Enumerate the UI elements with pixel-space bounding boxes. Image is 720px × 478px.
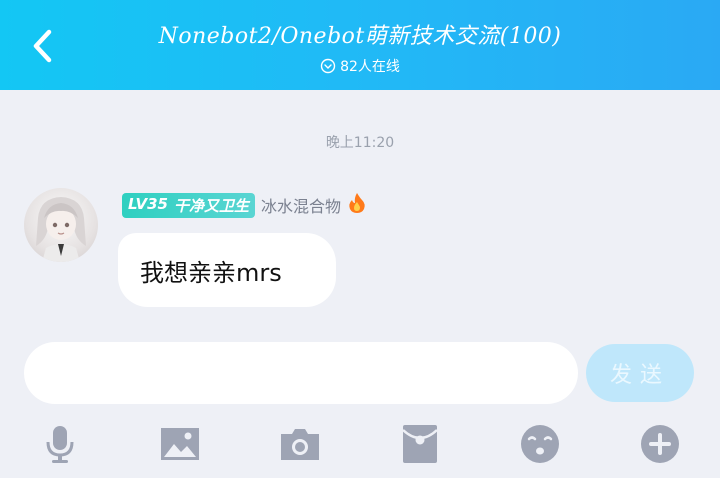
- plus-icon[interactable]: [638, 422, 682, 466]
- send-button[interactable]: 发送: [586, 344, 694, 402]
- level-badge: LV35 干净又卫生: [122, 192, 255, 218]
- group-title: Nonebot2/Onebot萌新技术交流(100): [158, 24, 562, 49]
- input-toolbar: [0, 410, 720, 478]
- avatar-image: [36, 197, 86, 262]
- image-icon[interactable]: [158, 422, 202, 466]
- chat-header: Nonebot2/Onebot萌新技术交流(100) 82人在线: [0, 0, 720, 90]
- microphone-icon[interactable]: [38, 422, 82, 466]
- level-label: LV35: [128, 194, 168, 213]
- sender-name[interactable]: 冰水混合物: [261, 193, 341, 217]
- sender-row: LV35 干净又卫生 冰水混合物: [122, 192, 367, 218]
- chevron-down-circle-icon: [320, 58, 336, 74]
- online-count-label: 82人在线: [340, 59, 400, 75]
- online-count[interactable]: 82人在线: [0, 56, 720, 76]
- avatar[interactable]: [24, 188, 98, 262]
- red-packet-icon[interactable]: [398, 422, 442, 466]
- emoji-icon[interactable]: [518, 422, 562, 466]
- message-bubble[interactable]: 我想亲亲mrs: [118, 233, 336, 307]
- camera-icon[interactable]: [278, 422, 322, 466]
- title-tag: 干净又卫生: [173, 196, 249, 215]
- fire-icon: [347, 192, 367, 218]
- message-timestamp: 晚上11:20: [325, 135, 395, 151]
- message-input[interactable]: [24, 342, 578, 404]
